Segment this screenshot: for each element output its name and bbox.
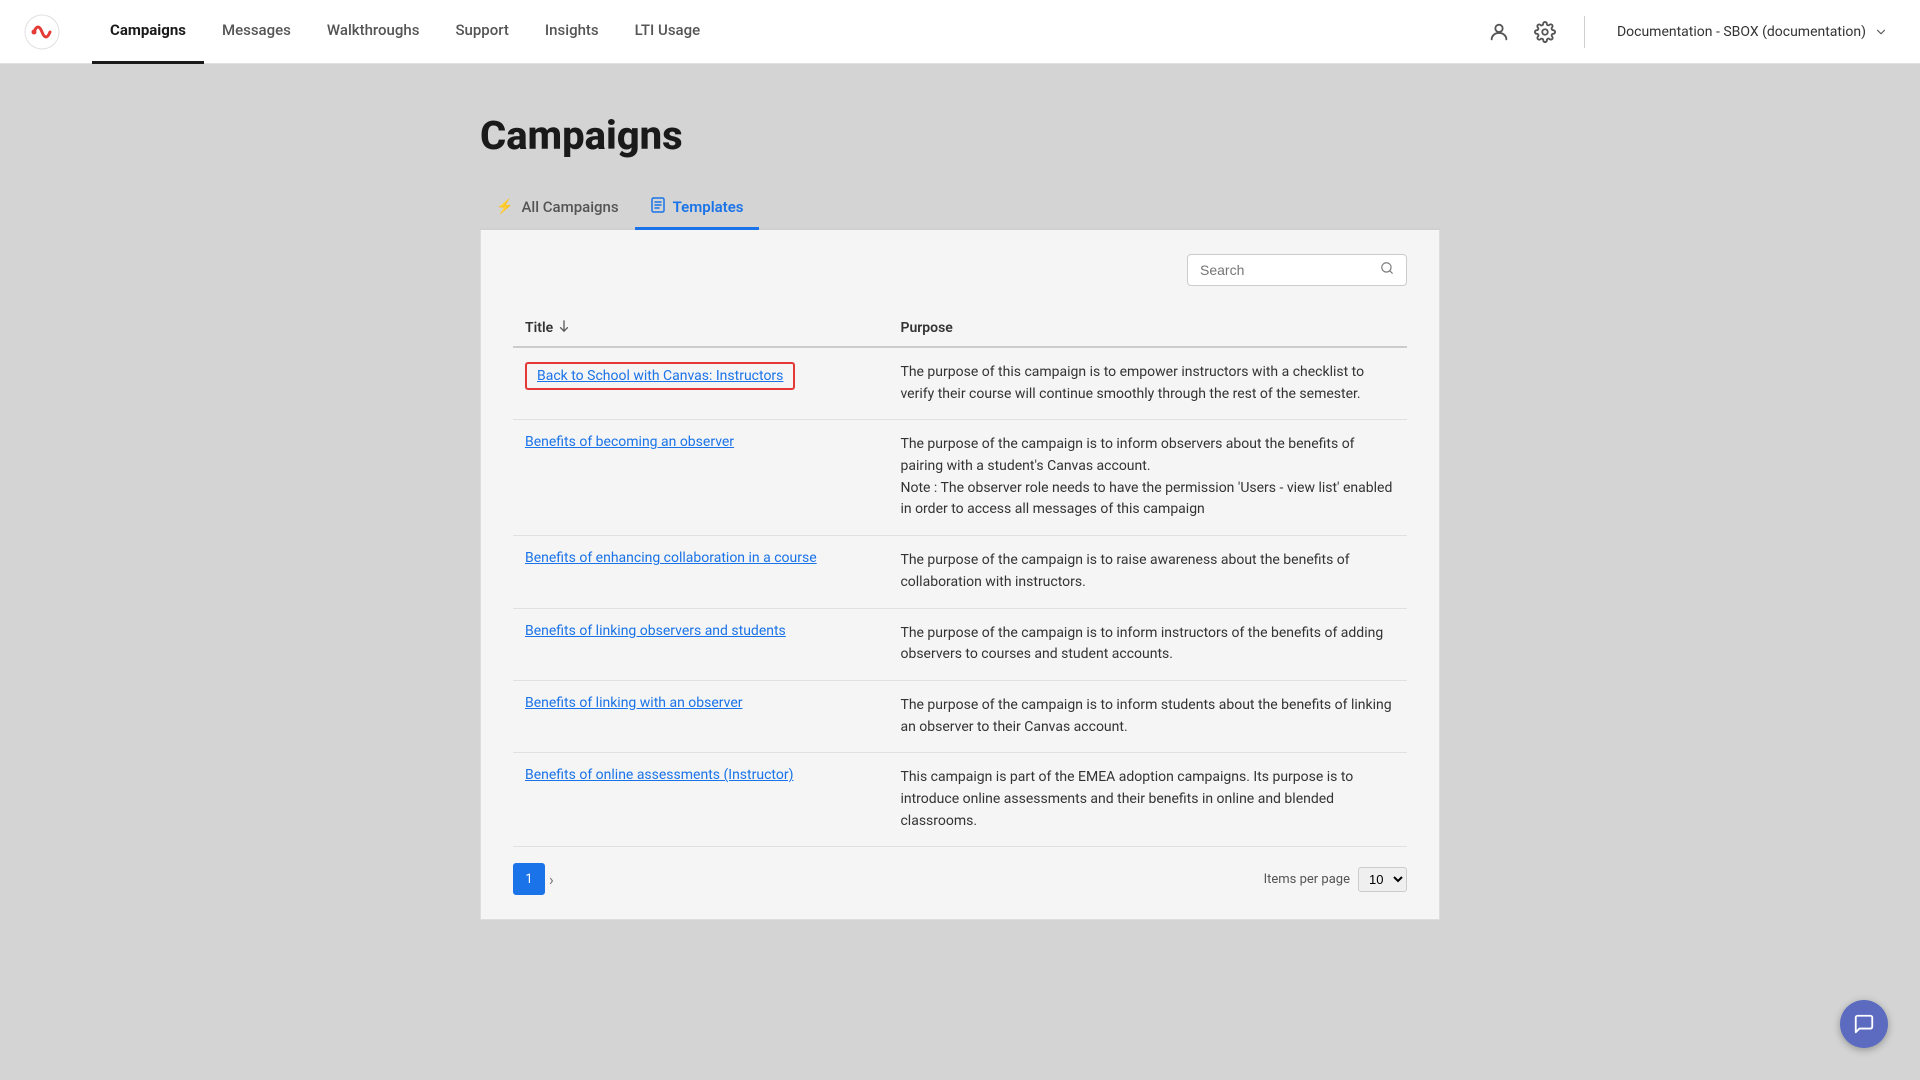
- td-title-5: Benefits of online assessments (Instruct…: [513, 753, 888, 847]
- td-purpose-5: This campaign is part of the EMEA adopti…: [888, 753, 1407, 847]
- search-input[interactable]: [1200, 262, 1372, 278]
- nav-campaigns[interactable]: Campaigns: [92, 0, 204, 64]
- td-purpose-0: The purpose of this campaign is to empow…: [888, 347, 1407, 420]
- page-title: Campaigns: [480, 112, 1440, 159]
- th-purpose-label: Purpose: [900, 320, 952, 336]
- sort-icon: [559, 320, 569, 336]
- workspace-label: Documentation - SBOX (documentation): [1617, 24, 1866, 40]
- templates-table: Title Purpose: [513, 310, 1407, 847]
- all-campaigns-icon: ⚡: [496, 199, 513, 215]
- th-title[interactable]: Title: [513, 310, 888, 347]
- logo: [24, 14, 60, 50]
- nav-lti-usage[interactable]: LTI Usage: [617, 0, 719, 64]
- page-btn-1[interactable]: 1: [513, 863, 545, 895]
- template-link-0[interactable]: Back to School with Canvas: Instructors: [537, 368, 783, 384]
- table-row: Benefits of linking observers and studen…: [513, 608, 1407, 680]
- template-link-4[interactable]: Benefits of linking with an observer: [525, 695, 743, 711]
- th-purpose: Purpose: [888, 310, 1407, 347]
- chevron-down-icon: [1874, 25, 1888, 39]
- nav-support[interactable]: Support: [437, 0, 526, 64]
- td-title-1: Benefits of becoming an observer: [513, 420, 888, 536]
- td-title-2: Benefits of enhancing collaboration in a…: [513, 536, 888, 608]
- pagination-buttons: 1 ›: [513, 863, 554, 895]
- table-row: Benefits of linking with an observer The …: [513, 680, 1407, 752]
- items-per-page: Items per page 10 25 50: [1264, 867, 1407, 892]
- search-icon: [1380, 261, 1394, 279]
- chat-icon: [1853, 1013, 1875, 1035]
- pagination-row: 1 › Items per page 10 25 50: [513, 863, 1407, 895]
- navbar: Campaigns Messages Walkthroughs Support …: [0, 0, 1920, 64]
- items-per-page-label: Items per page: [1264, 872, 1350, 887]
- tab-templates-label: Templates: [673, 198, 744, 216]
- td-title-3: Benefits of linking observers and studen…: [513, 608, 888, 680]
- td-purpose-3: The purpose of the campaign is to inform…: [888, 608, 1407, 680]
- table-row: Benefits of becoming an observer The purp…: [513, 420, 1407, 536]
- settings-icon-button[interactable]: [1530, 17, 1560, 47]
- table-row: Benefits of enhancing collaboration in a…: [513, 536, 1407, 608]
- items-per-page-select[interactable]: 10 25 50: [1358, 867, 1407, 892]
- th-title-label: Title: [525, 320, 553, 336]
- workspace-selector[interactable]: Documentation - SBOX (documentation): [1609, 20, 1896, 44]
- template-link-2[interactable]: Benefits of enhancing collaboration in a…: [525, 550, 817, 566]
- tabs-bar: ⚡ All Campaigns Templates: [480, 187, 1440, 230]
- nav-insights[interactable]: Insights: [527, 0, 617, 64]
- template-link-1[interactable]: Benefits of becoming an observer: [525, 434, 734, 450]
- table-container: Title Purpose: [480, 230, 1440, 920]
- tab-all-campaigns[interactable]: ⚡ All Campaigns: [480, 187, 635, 230]
- search-box[interactable]: [1187, 254, 1407, 286]
- chat-button[interactable]: [1840, 1000, 1888, 1048]
- navbar-divider: [1584, 16, 1585, 48]
- search-row: [513, 254, 1407, 286]
- template-link-3[interactable]: Benefits of linking observers and studen…: [525, 623, 786, 639]
- table-row: Benefits of online assessments (Instruct…: [513, 753, 1407, 847]
- td-purpose-4: The purpose of the campaign is to inform…: [888, 680, 1407, 752]
- main-content: Campaigns ⚡ All Campaigns Templates: [320, 64, 1600, 968]
- tab-all-campaigns-label: All Campaigns: [521, 198, 618, 216]
- nav-links: Campaigns Messages Walkthroughs Support …: [92, 0, 1484, 64]
- templates-icon: [651, 197, 665, 217]
- tab-templates[interactable]: Templates: [635, 187, 760, 230]
- td-title-4: Benefits of linking with an observer: [513, 680, 888, 752]
- next-page-arrow[interactable]: ›: [549, 870, 554, 889]
- nav-walkthroughs[interactable]: Walkthroughs: [309, 0, 438, 64]
- navbar-right: Documentation - SBOX (documentation): [1484, 16, 1896, 48]
- td-title-0: Back to School with Canvas: Instructors: [513, 347, 888, 420]
- template-link-5[interactable]: Benefits of online assessments (Instruct…: [525, 767, 793, 783]
- td-purpose-1: The purpose of the campaign is to inform…: [888, 420, 1407, 536]
- user-icon-button[interactable]: [1484, 17, 1514, 47]
- td-purpose-2: The purpose of the campaign is to raise …: [888, 536, 1407, 608]
- nav-messages[interactable]: Messages: [204, 0, 309, 64]
- table-row: Back to School with Canvas: Instructors T…: [513, 347, 1407, 420]
